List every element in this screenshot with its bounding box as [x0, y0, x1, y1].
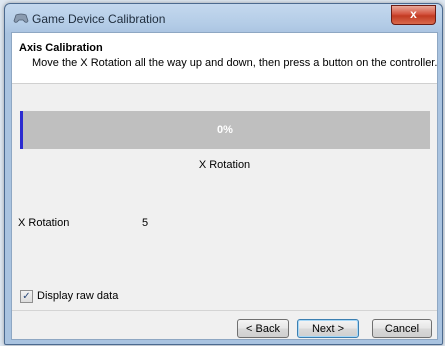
page-title: Axis Calibration: [19, 42, 103, 54]
axis-name-label: X Rotation: [198, 159, 251, 171]
display-raw-data-label[interactable]: Display raw data: [37, 290, 118, 302]
title-bar[interactable]: Game Device Calibration x: [5, 4, 442, 32]
calibration-window: Game Device Calibration x Axis Calibrati…: [4, 3, 443, 345]
next-button[interactable]: Next >: [297, 319, 359, 338]
raw-data-value: 5: [142, 217, 149, 229]
cancel-button[interactable]: Cancel: [372, 319, 432, 338]
progress-percent: 0%: [217, 124, 233, 136]
axis-progress-bar: 0%: [20, 111, 430, 149]
back-button[interactable]: < Back: [237, 319, 289, 338]
page-instructions: Move the X Rotation all the way up and d…: [32, 57, 438, 69]
close-button[interactable]: x: [391, 5, 436, 25]
display-raw-data-checkbox[interactable]: ✓: [20, 290, 33, 303]
raw-data-axis-label: X Rotation: [18, 217, 70, 229]
wizard-body: Axis Calibration Move the X Rotation all…: [11, 32, 438, 340]
gamepad-icon: [13, 13, 29, 23]
footer-divider: [12, 310, 437, 311]
wizard-header: Axis Calibration Move the X Rotation all…: [12, 33, 437, 84]
window-title: Game Device Calibration: [32, 12, 166, 26]
